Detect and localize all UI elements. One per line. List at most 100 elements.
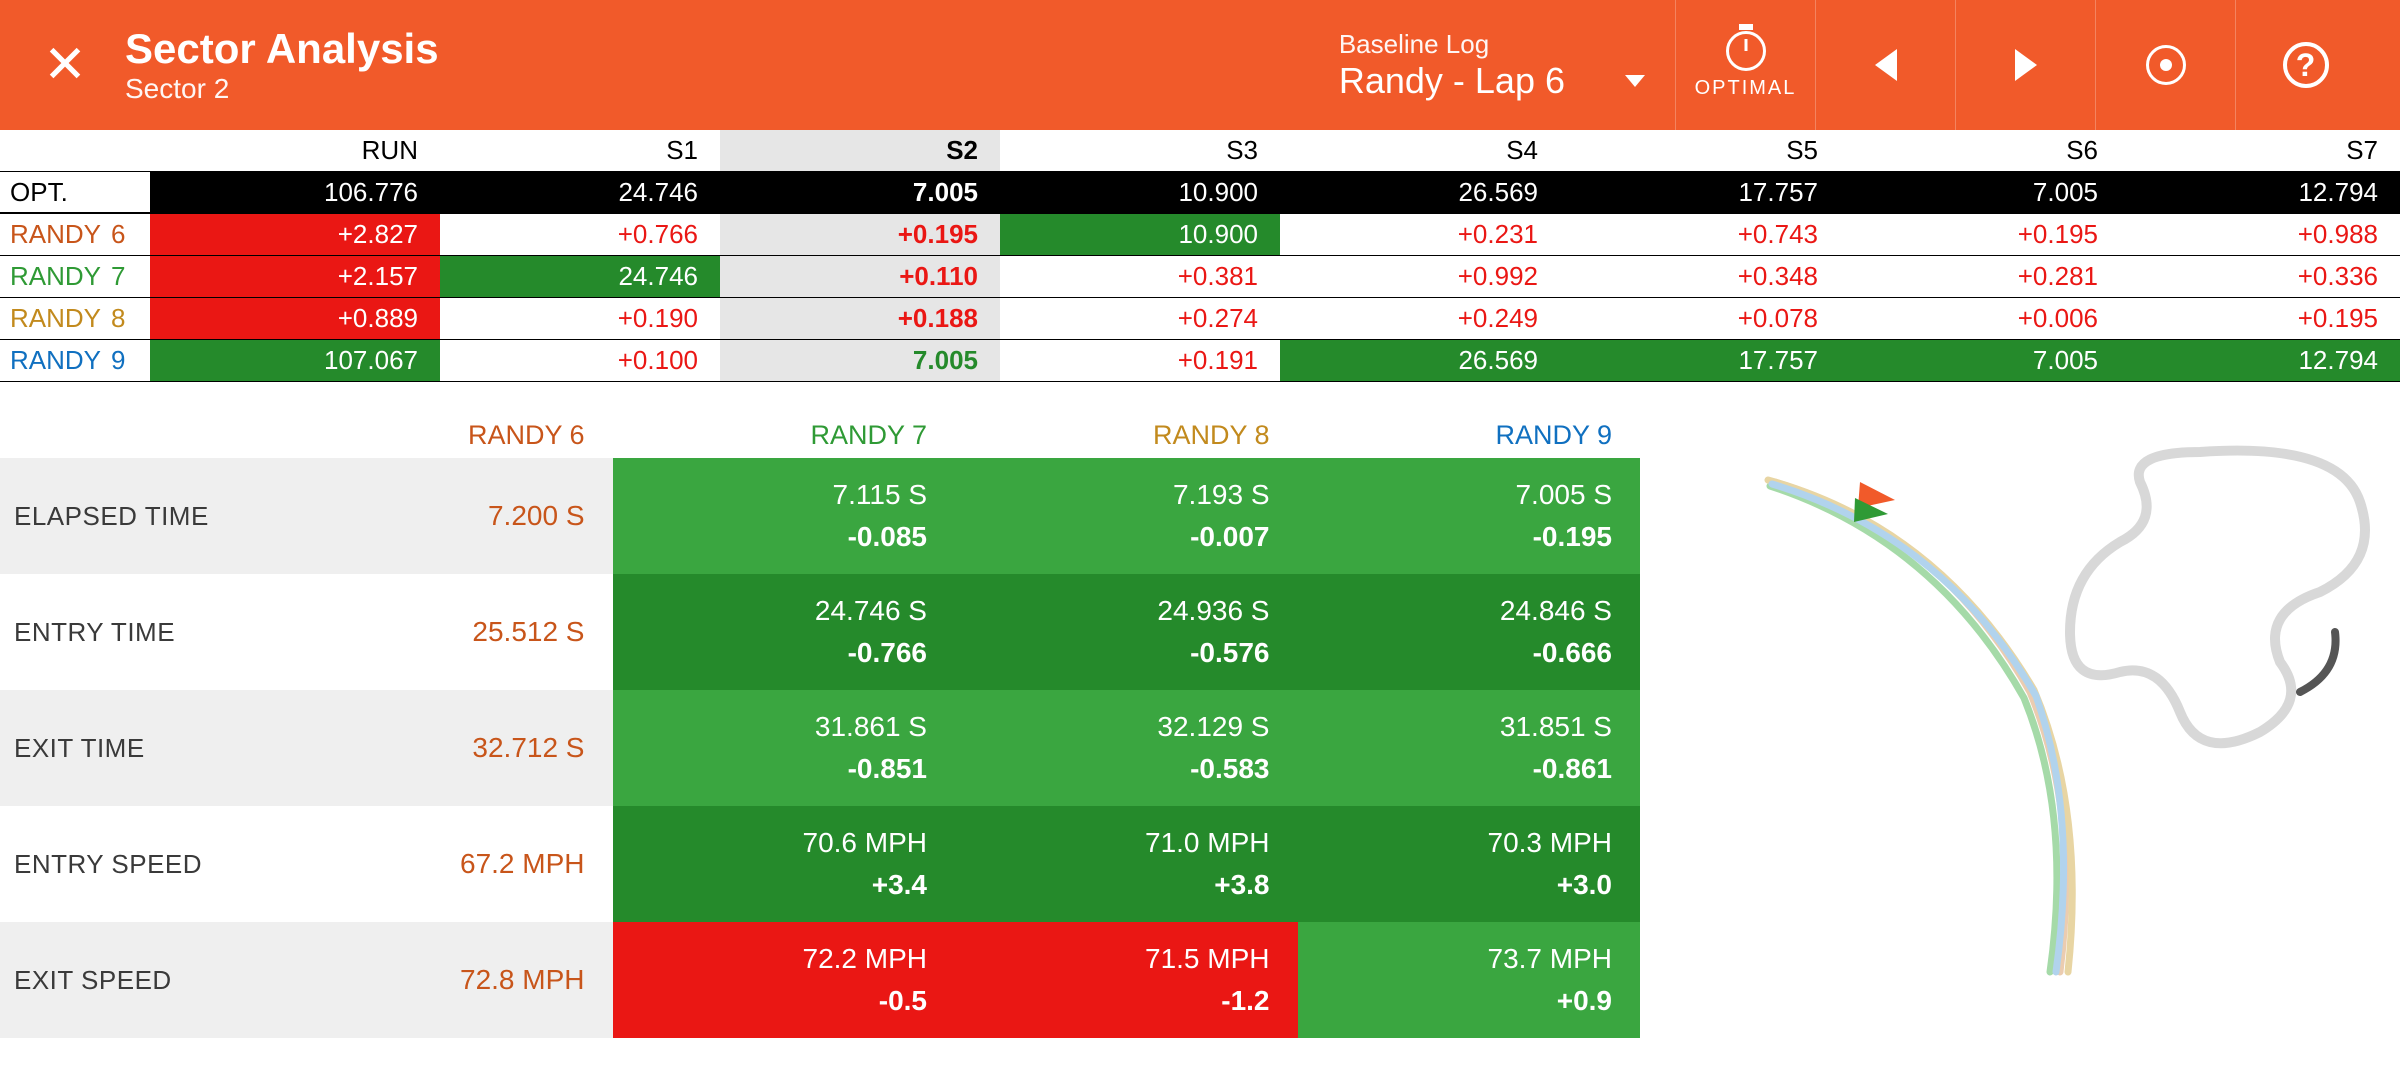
- optimal-button[interactable]: OPTIMAL: [1675, 0, 1815, 130]
- metrics-label: ENTRY TIME: [0, 574, 270, 690]
- help-icon: ?: [2283, 42, 2329, 88]
- optimal-label: OPTIMAL: [1695, 77, 1797, 100]
- sector-col-S7[interactable]: S7: [2120, 130, 2400, 172]
- metrics-cell: 24.746 S-0.766: [613, 574, 956, 690]
- metrics-row: EXIT SPEED72.8 MPH72.2 MPH-0.571.5 MPH-1…: [0, 922, 1640, 1038]
- sector-cell: 24.746: [440, 256, 720, 298]
- sector-cell: +0.195: [1840, 214, 2120, 256]
- sector-cell: +0.195: [720, 214, 1000, 256]
- chevron-down-icon: [1625, 75, 1645, 87]
- sector-cell: 106.776: [150, 172, 440, 214]
- sector-cell: +0.992: [1280, 256, 1560, 298]
- metrics-cell: 67.2 MPH: [270, 806, 613, 922]
- sector-col-S4[interactable]: S4: [1280, 130, 1560, 172]
- metrics-header: RANDY 6RANDY 7RANDY 8RANDY 9: [0, 412, 1640, 458]
- sector-cell: +0.190: [440, 298, 720, 340]
- sector-cell: 7.005: [720, 340, 1000, 382]
- prev-button[interactable]: [1815, 0, 1955, 130]
- sector-cell: 17.757: [1560, 172, 1840, 214]
- baseline-selector[interactable]: Baseline Log Randy - Lap 6: [1339, 29, 1645, 102]
- driver-cell: RANDY8: [0, 298, 150, 340]
- sector-col-driver[interactable]: [0, 130, 150, 172]
- sector-cell: 26.569: [1280, 172, 1560, 214]
- metrics-col-header[interactable]: RANDY 8: [955, 412, 1298, 458]
- metrics-row: ENTRY SPEED67.2 MPH70.6 MPH+3.471.0 MPH+…: [0, 806, 1640, 922]
- metrics-cell: 7.115 S-0.085: [613, 458, 956, 574]
- metrics-col-header[interactable]: RANDY 9: [1298, 412, 1641, 458]
- metrics-cell: 7.005 S-0.195: [1298, 458, 1641, 574]
- next-button[interactable]: [1955, 0, 2095, 130]
- sector-cell: +0.078: [1560, 298, 1840, 340]
- sector-cell: +0.336: [2120, 256, 2400, 298]
- baseline-value: Randy - Lap 6: [1339, 60, 1565, 102]
- sector-cell: +2.827: [150, 214, 440, 256]
- sector-table-header: RUNS1S2S3S4S5S6S7: [0, 130, 2400, 172]
- sector-cell: 7.005: [1840, 172, 2120, 214]
- metrics-cell: 71.0 MPH+3.8: [955, 806, 1298, 922]
- baseline-label: Baseline Log: [1339, 29, 1489, 60]
- lap-line-8: [1768, 480, 2072, 972]
- metrics-row: ELAPSED TIME7.200 S7.115 S-0.0857.193 S-…: [0, 458, 1640, 574]
- metrics-label: ELAPSED TIME: [0, 458, 270, 574]
- sector-cell: 12.794: [2120, 340, 2400, 382]
- sector-table: RUNS1S2S3S4S5S6S7 OPT.106.77624.7467.005…: [0, 130, 2400, 382]
- detail-section: RANDY 6RANDY 7RANDY 8RANDY 9 ELAPSED TIM…: [0, 412, 2400, 1038]
- track-outline: [2070, 451, 2365, 744]
- sector-cell: +0.249: [1280, 298, 1560, 340]
- sector-cell: 12.794: [2120, 172, 2400, 214]
- lap-line-9: [1772, 484, 2064, 972]
- table-row[interactable]: RANDY7+2.15724.746+0.110+0.381+0.992+0.3…: [0, 256, 2400, 298]
- metrics-label: EXIT TIME: [0, 690, 270, 806]
- sector-cell: +0.274: [1000, 298, 1280, 340]
- sector-cell: 17.757: [1560, 340, 1840, 382]
- table-row[interactable]: OPT.106.77624.7467.00510.90026.56917.757…: [0, 172, 2400, 214]
- sector-col-S2[interactable]: S2: [720, 130, 1000, 172]
- page-title: Sector Analysis: [125, 25, 439, 73]
- sector-cell: +2.157: [150, 256, 440, 298]
- metrics-cell: 7.193 S-0.007: [955, 458, 1298, 574]
- close-button[interactable]: ✕: [25, 39, 105, 91]
- track-map[interactable]: [1640, 412, 2400, 1038]
- help-button[interactable]: ?: [2235, 0, 2375, 130]
- sector-col-S6[interactable]: S6: [1840, 130, 2120, 172]
- driver-cell: RANDY9: [0, 340, 150, 382]
- sector-col-S3[interactable]: S3: [1000, 130, 1280, 172]
- sector-cell: +0.100: [440, 340, 720, 382]
- sector-col-S5[interactable]: S5: [1560, 130, 1840, 172]
- stopwatch-icon: [1726, 31, 1766, 71]
- page-subtitle: Sector 2: [125, 73, 439, 105]
- metrics-cell: 24.846 S-0.666: [1298, 574, 1641, 690]
- sector-cell: +0.889: [150, 298, 440, 340]
- sector-col-S1[interactable]: S1: [440, 130, 720, 172]
- sector-cell: +0.231: [1280, 214, 1560, 256]
- table-row[interactable]: RANDY9107.067+0.1007.005+0.19126.56917.7…: [0, 340, 2400, 382]
- metrics-cell: 7.200 S: [270, 458, 613, 574]
- metrics-cell: 31.851 S-0.861: [1298, 690, 1641, 806]
- sector-cell: +0.281: [1840, 256, 2120, 298]
- metrics-cell: 25.512 S: [270, 574, 613, 690]
- arrow-left-icon: [1875, 49, 1897, 81]
- table-row[interactable]: RANDY8+0.889+0.190+0.188+0.274+0.249+0.0…: [0, 298, 2400, 340]
- sector-cell: +0.006: [1840, 298, 2120, 340]
- track-map-svg: [1640, 412, 2400, 1012]
- page-title-block: Sector Analysis Sector 2: [125, 25, 439, 105]
- table-row[interactable]: RANDY6+2.827+0.766+0.19510.900+0.231+0.7…: [0, 214, 2400, 256]
- metrics-col-header[interactable]: RANDY 6: [270, 412, 613, 458]
- sector-col-RUN[interactable]: RUN: [150, 130, 440, 172]
- sector-cell: 10.900: [1000, 172, 1280, 214]
- locate-button[interactable]: [2095, 0, 2235, 130]
- metrics-row: EXIT TIME32.712 S31.861 S-0.85132.129 S-…: [0, 690, 1640, 806]
- driver-cell: OPT.: [0, 172, 150, 214]
- metrics-cell: 73.7 MPH+0.9: [1298, 922, 1641, 1038]
- metrics-col-header[interactable]: RANDY 7: [613, 412, 956, 458]
- sector-cell: +0.188: [720, 298, 1000, 340]
- metrics-cell: 70.6 MPH+3.4: [613, 806, 956, 922]
- metrics-cell: 72.2 MPH-0.5: [613, 922, 956, 1038]
- sector-cell: +0.195: [2120, 298, 2400, 340]
- metrics-cell: 24.936 S-0.576: [955, 574, 1298, 690]
- locate-icon: [2146, 45, 2186, 85]
- metrics-row: ENTRY TIME25.512 S24.746 S-0.76624.936 S…: [0, 574, 1640, 690]
- sector-cell: 10.900: [1000, 214, 1280, 256]
- track-segment-marker: [2300, 632, 2336, 692]
- metrics-cell: 71.5 MPH-1.2: [955, 922, 1298, 1038]
